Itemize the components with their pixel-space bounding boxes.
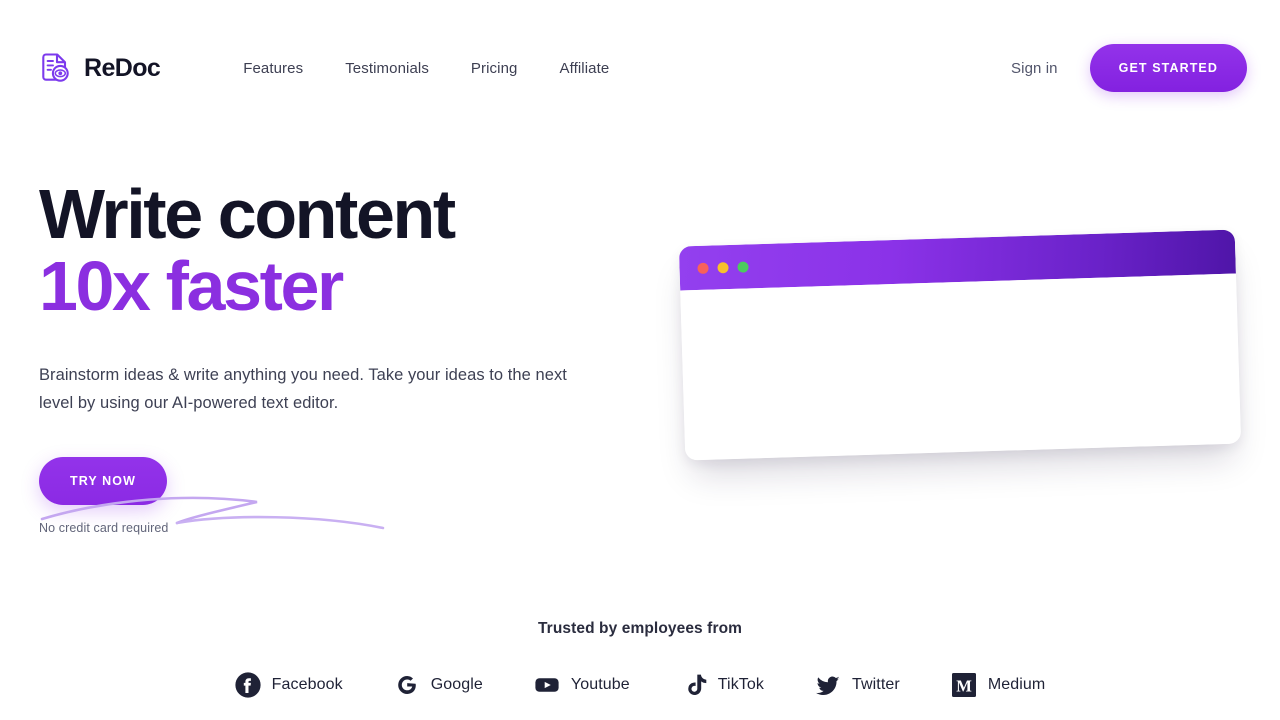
tiktok-icon: [688, 674, 707, 696]
nav-link-pricing[interactable]: Pricing: [450, 52, 539, 85]
maximize-dot: [737, 260, 749, 273]
main-nav: Features Testimonials Pricing Affiliate: [222, 52, 630, 85]
minimize-dot: [717, 261, 729, 273]
trusted-by-title: Trusted by employees from: [537, 620, 743, 637]
youtube-icon: [535, 678, 559, 692]
list-item: M Medium: [951, 672, 1046, 698]
nav-link-affiliate[interactable]: Affiliate: [538, 52, 630, 85]
logo-label: Youtube: [570, 676, 630, 693]
get-started-button[interactable]: GET STARTED: [1089, 44, 1247, 92]
landing-page: ReDoc Features Testimonials Pricing Affi…: [0, 0, 1280, 720]
no-credit-card-note: No credit card required: [39, 521, 169, 535]
logo-label: Facebook: [271, 676, 343, 693]
list-item: Facebook: [235, 672, 343, 698]
browser-window-illustration: [678, 229, 1242, 461]
facebook-icon: [235, 672, 261, 698]
nav-link-features[interactable]: Features: [222, 52, 324, 85]
list-item: Youtube: [534, 672, 630, 698]
close-dot: [697, 262, 709, 274]
list-item: Google: [394, 672, 483, 698]
logo-label: Medium: [987, 676, 1046, 693]
sign-in-link[interactable]: Sign in: [1011, 60, 1058, 77]
document-eye-icon: [39, 50, 75, 86]
headline-line-1: Write content: [39, 175, 456, 253]
logo-label: Twitter: [852, 676, 900, 693]
logo-label: TikTok: [717, 676, 764, 693]
brand-name: ReDoc: [84, 53, 161, 82]
site-header: ReDoc Features Testimonials Pricing Affi…: [0, 0, 1280, 136]
brand-logo-row: Facebook Google Youtube TikTok Twitter M…: [235, 672, 1046, 698]
trusted-by-section: Trusted by employees from Facebook Googl…: [0, 620, 1280, 698]
logo-label: Google: [430, 676, 483, 693]
google-icon: [397, 676, 416, 694]
list-item: TikTok: [681, 672, 764, 698]
twitter-icon: [816, 676, 840, 696]
headline-line-2: 10x faster: [39, 247, 344, 325]
brand-logo[interactable]: ReDoc: [39, 50, 161, 86]
page-title: Write content 10x faster: [39, 178, 639, 322]
list-item: Twitter: [815, 672, 900, 698]
mock-content-area: [680, 273, 1242, 461]
medium-icon: M: [951, 673, 976, 697]
hero-copy: Write content 10x faster Brainstorm idea…: [39, 178, 639, 535]
header-actions: Sign in GET STARTED: [1011, 44, 1247, 92]
nav-link-testimonials[interactable]: Testimonials: [324, 52, 450, 85]
svg-text:M: M: [956, 677, 972, 696]
hero-subhead: Brainstorm ideas & write anything you ne…: [39, 366, 567, 412]
mock-window: [678, 229, 1242, 461]
try-now-button[interactable]: TRY NOW: [39, 457, 168, 505]
